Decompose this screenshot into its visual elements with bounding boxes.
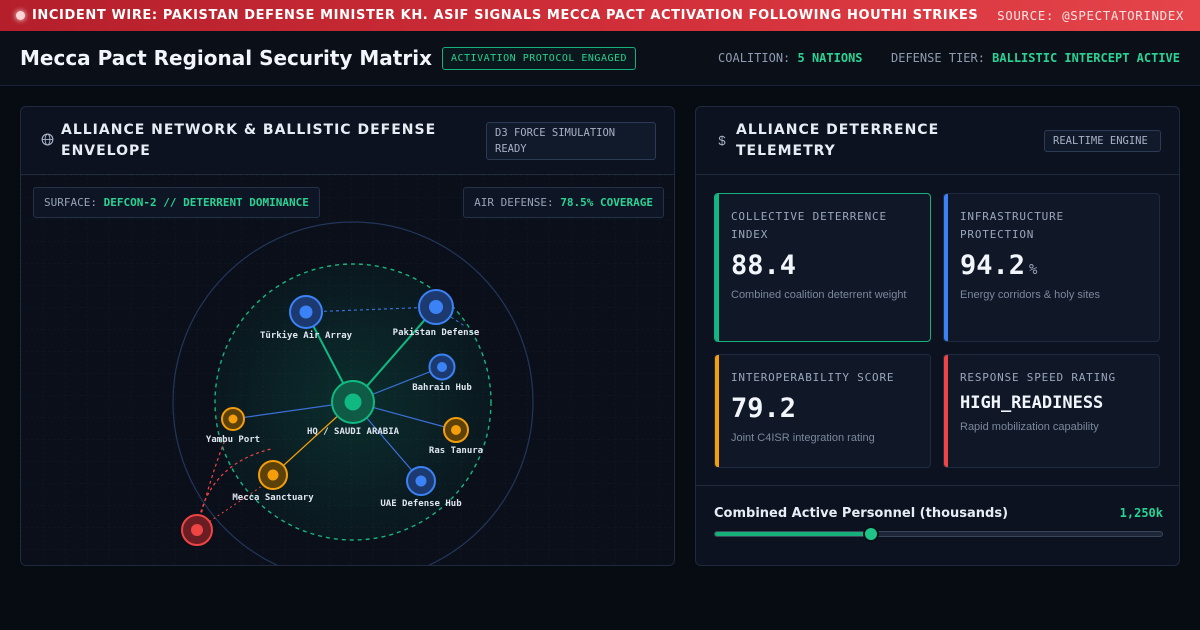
personnel-slider-thumb[interactable]	[863, 526, 880, 542]
deterrence-telemetry-panel: $ ALLIANCE DETERRENCE TELEMETRY REALTIME…	[695, 106, 1180, 566]
node-label-turkiye: Türkiye Air Array	[259, 331, 353, 341]
card-accent-bar	[944, 194, 948, 341]
card-label: INTEROPERABILITY SCORE	[731, 371, 895, 384]
metric-card-interoperability[interactable]: INTEROPERABILITY SCORE 79.2 Joint C4ISR …	[714, 354, 931, 468]
personnel-value: 1,250k	[1119, 506, 1163, 520]
telemetry-panel-title: ALLIANCE DETERRENCE TELEMETRY	[736, 121, 940, 159]
incident-ticker: INCIDENT WIRE: PAKISTAN DEFENSE MINISTER…	[0, 0, 1200, 31]
node-bahrain[interactable]	[428, 353, 456, 381]
network-panel-title: ALLIANCE NETWORK & BALLISTIC DEFENSE ENV…	[61, 121, 437, 159]
node-label-bahrain: Bahrain Hub	[412, 383, 472, 393]
realtime-engine-tag: REALTIME ENGINE	[1044, 129, 1161, 152]
protocol-badge: ACTIVATION PROTOCOL ENGAGED	[441, 46, 637, 70]
alliance-network-panel: ALLIANCE NETWORK & BALLISTIC DEFENSE ENV…	[20, 106, 675, 566]
node-yanbu[interactable]	[221, 407, 245, 431]
personnel-slider-fill	[715, 532, 872, 536]
defense-tier-value: BALLISTIC INTERCEPT ACTIVE	[992, 51, 1180, 65]
air-defense-chip: AIR DEFENSE: 78.5% COVERAGE	[463, 187, 664, 218]
metric-card-deterrence[interactable]: COLLECTIVE DETERRENCE INDEX 88.4 Combine…	[714, 193, 931, 342]
surface-label: SURFACE:	[44, 196, 97, 209]
telemetry-panel-header: $ ALLIANCE DETERRENCE TELEMETRY REALTIME…	[696, 107, 1179, 175]
card-value: 88.4	[731, 250, 797, 281]
node-mecca[interactable]	[258, 460, 288, 490]
card-description: Combined coalition deterrent weight	[731, 289, 907, 301]
air-defense-label: AIR DEFENSE:	[474, 196, 554, 209]
ticker-source[interactable]: SOURCE: @SPECTATORINDEX	[997, 8, 1184, 23]
simulation-status-tag: D3 FORCE SIMULATION READY	[486, 121, 656, 160]
coalition-value: 5 NATIONS	[797, 51, 863, 65]
card-label: RESPONSE SPEED RATING	[960, 371, 1116, 384]
network-graph[interactable]	[21, 175, 675, 566]
globe-icon	[39, 133, 55, 149]
network-map[interactable]: SURFACE: DEFCON-2 // DETERRENT DOMINANCE…	[21, 175, 675, 566]
card-accent-bar	[944, 355, 948, 467]
node-label-ras-tanura: Ras Tanura	[428, 446, 484, 456]
network-panel-header: ALLIANCE NETWORK & BALLISTIC DEFENSE ENV…	[21, 107, 674, 175]
surface-value: DEFCON-2 // DETERRENT DOMINANCE	[103, 196, 309, 209]
personnel-slider-track[interactable]	[714, 526, 1163, 542]
ticker-headline: INCIDENT WIRE: PAKISTAN DEFENSE MINISTER…	[32, 8, 979, 23]
air-defense-value: 78.5% COVERAGE	[560, 196, 653, 209]
card-value: 94.2%	[960, 250, 1038, 281]
page-header: Mecca Pact Regional Security Matrix ACTI…	[0, 31, 1200, 86]
node-label-pakistan: Pakistan Defense	[392, 328, 480, 338]
node-threat-origin[interactable]	[181, 514, 213, 546]
card-value: 79.2	[731, 393, 797, 424]
node-uae[interactable]	[406, 466, 436, 496]
personnel-label: Combined Active Personnel (thousands)	[714, 506, 1009, 521]
node-turkiye[interactable]	[289, 295, 323, 329]
node-label-uae: UAE Defense Hub	[380, 499, 462, 509]
personnel-slider-section: Combined Active Personnel (thousands) 1,…	[696, 485, 1179, 557]
card-description: Joint C4ISR integration rating	[731, 432, 875, 444]
node-ras-tanura[interactable]	[443, 417, 469, 443]
card-accent-bar	[715, 355, 719, 467]
card-value: HIGH_READINESS	[960, 393, 1104, 413]
card-label: INFRASTRUCTURE PROTECTION	[960, 210, 1064, 241]
metric-card-infrastructure[interactable]: INFRASTRUCTURE PROTECTION 94.2% Energy c…	[943, 193, 1160, 342]
node-hq[interactable]	[331, 380, 375, 424]
dollar-icon: $	[718, 133, 726, 148]
defense-tier-label: DEFENSE TIER:	[891, 51, 985, 65]
coalition-label: COALITION:	[718, 51, 791, 65]
card-description: Rapid mobilization capability	[960, 421, 1099, 433]
surface-status-chip: SURFACE: DEFCON-2 // DETERRENT DOMINANCE	[33, 187, 320, 218]
metric-card-response-speed[interactable]: RESPONSE SPEED RATING HIGH_READINESS Rap…	[943, 354, 1160, 468]
page-title: Mecca Pact Regional Security Matrix	[20, 46, 432, 70]
node-pakistan[interactable]	[418, 289, 454, 325]
node-label-mecca: Mecca Sanctuary	[232, 493, 314, 503]
header-stats: COALITION: 5 NATIONS DEFENSE TIER: BALLI…	[718, 51, 1180, 65]
node-label-yanbu: Yambu Port	[205, 435, 261, 445]
card-accent-bar	[715, 194, 719, 341]
node-label-hq: HQ / SAUDI ARABIA	[306, 427, 400, 437]
card-description: Energy corridors & holy sites	[960, 289, 1100, 301]
card-label: COLLECTIVE DETERRENCE INDEX	[731, 210, 887, 241]
card-unit: %	[1029, 262, 1038, 278]
live-indicator-icon	[16, 11, 25, 20]
